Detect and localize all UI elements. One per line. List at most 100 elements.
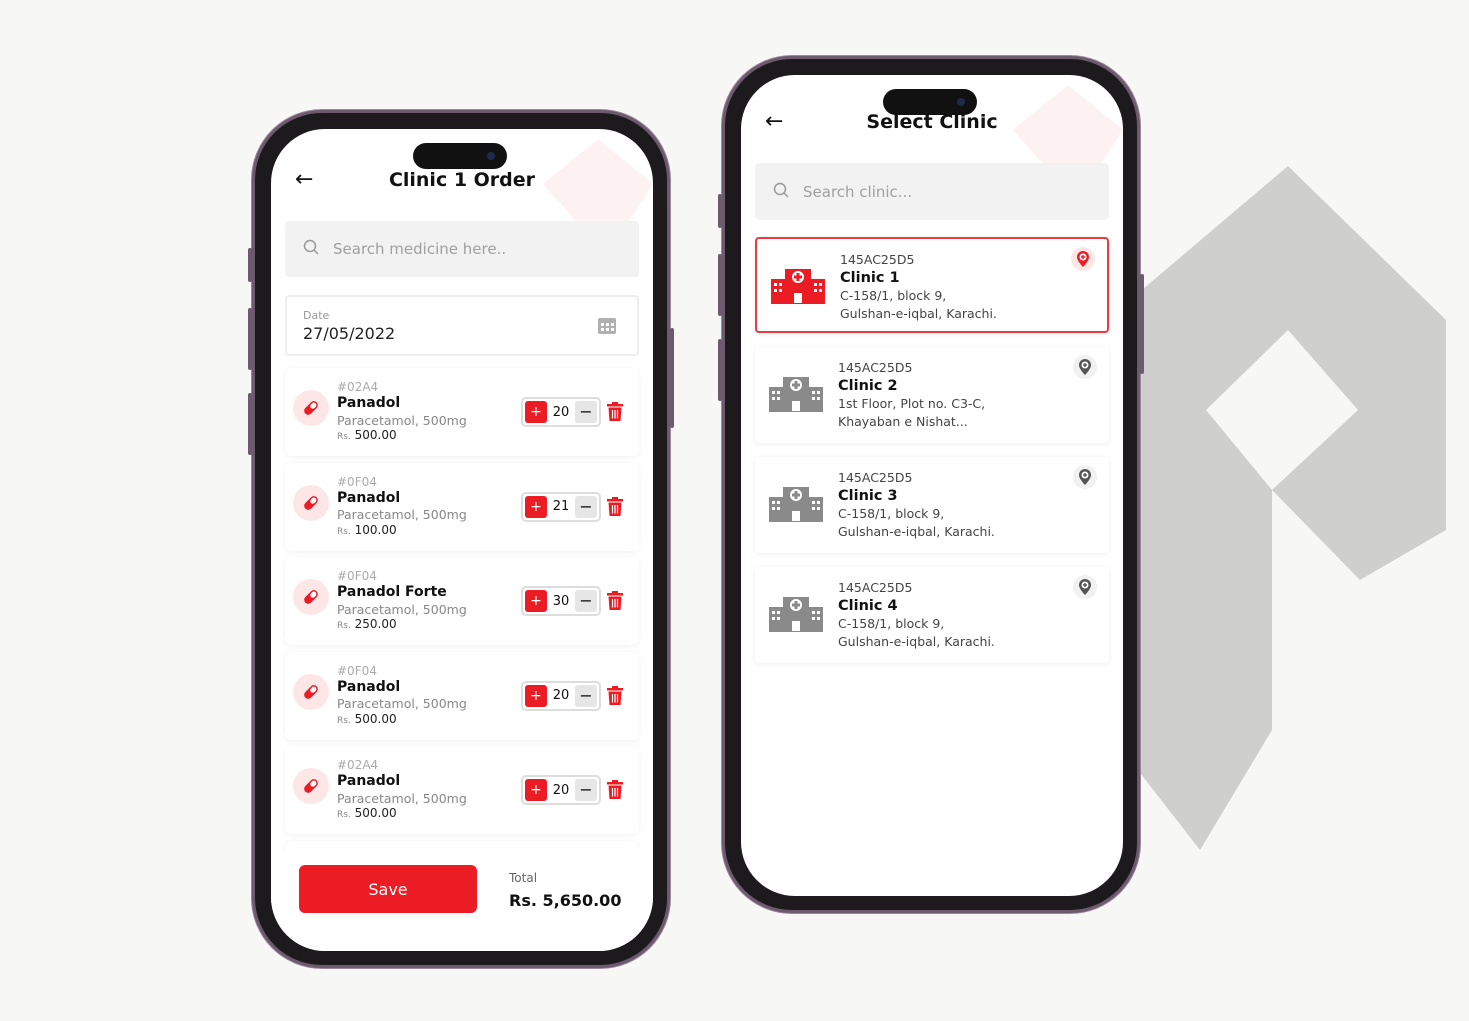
quantity-value: 20 <box>552 404 570 420</box>
currency: Rs. <box>337 621 351 632</box>
medicine-search[interactable] <box>285 221 639 277</box>
total-value: Rs. 5,650.00 <box>509 891 622 910</box>
decrement-button[interactable]: − <box>574 495 597 518</box>
currency: Rs. <box>337 432 351 443</box>
location-pin-icon[interactable] <box>1071 247 1095 271</box>
quantity-stepper[interactable]: + 20 − <box>521 680 601 711</box>
increment-button[interactable]: + <box>525 401 547 423</box>
location-pin-icon[interactable] <box>1073 575 1097 599</box>
phone-order: ← Clinic 1 Order Date 27/05/2022 #02A4 P… <box>248 110 674 968</box>
clinic-address-line2: Gulshan-e-iqbal, Karachi. <box>838 634 995 649</box>
medicine-code: #0F04 <box>337 663 377 678</box>
trash-icon[interactable] <box>607 780 623 803</box>
clinic-address-line2: Khayaban e Nishat... <box>838 414 968 429</box>
order-screen: ← Clinic 1 Order Date 27/05/2022 #02A4 P… <box>271 129 653 951</box>
medicine-price: 250.00 <box>354 617 397 632</box>
trash-icon[interactable] <box>607 685 623 709</box>
clinic-address-line1: C-158/1, block 9, <box>838 506 945 521</box>
medicine-card[interactable]: #0F04 Panadol Forte Paracetamol, 500mg R… <box>285 557 639 645</box>
medicine-desc: Paracetamol, 500mg <box>337 412 467 428</box>
quantity-stepper[interactable]: + 30 − <box>521 586 601 616</box>
pill-icon <box>293 579 329 615</box>
phone-select-clinic: ← Select Clinic 145AC25D5 Clinic 1 C-158… <box>718 56 1144 913</box>
dynamic-island <box>413 143 507 169</box>
quantity-stepper[interactable]: + 21 − <box>521 491 601 522</box>
hospital-icon <box>771 267 825 309</box>
quantity-value: 21 <box>552 499 570 514</box>
search-input[interactable] <box>333 240 593 258</box>
increment-button[interactable]: + <box>525 779 547 801</box>
clinic-card[interactable]: 145AC25D5 Clinic 4 C-158/1, block 9, Gul… <box>755 567 1109 663</box>
clinic-card[interactable]: 145AC25D5 Clinic 1 C-158/1, block 9, Gul… <box>755 237 1109 333</box>
clinic-id: 145AC25D5 <box>838 470 913 485</box>
decrement-button[interactable]: − <box>574 779 597 801</box>
date-value: 27/05/2022 <box>303 324 396 343</box>
medicine-name: Panadol <box>337 395 401 411</box>
bottom-bar: Save Total Rs. 5,650.00 <box>271 851 653 951</box>
pill-icon <box>293 390 329 426</box>
hospital-icon <box>769 485 823 527</box>
search-input[interactable] <box>803 182 1063 201</box>
medicine-name: Panadol <box>337 773 401 789</box>
date-field[interactable]: Date 27/05/2022 <box>285 295 639 356</box>
hospital-icon <box>769 595 823 637</box>
medicine-code: #02A4 <box>337 758 379 772</box>
clinic-name: Clinic 1 <box>840 270 900 286</box>
increment-button[interactable]: + <box>525 590 547 612</box>
medicine-price: 100.00 <box>354 522 397 537</box>
clinic-name: Clinic 4 <box>838 598 898 614</box>
trash-icon[interactable] <box>607 402 623 425</box>
medicine-desc: Paracetamol, 500mg <box>337 696 467 711</box>
search-icon <box>773 182 789 202</box>
save-button[interactable]: Save <box>299 865 477 913</box>
pill-icon <box>293 484 329 521</box>
decrement-button[interactable]: − <box>574 590 597 612</box>
trash-icon[interactable] <box>607 591 623 614</box>
clinic-address-line1: C-158/1, block 9, <box>838 616 945 631</box>
medicine-code: #0F04 <box>337 569 377 583</box>
clinic-address-line1: C-158/1, block 9, <box>840 288 947 303</box>
total-label: Total <box>509 871 538 885</box>
clinic-address-line2: Gulshan-e-iqbal, Karachi. <box>838 524 995 539</box>
clinic-card[interactable]: 145AC25D5 Clinic 2 1st Floor, Plot no. C… <box>755 347 1109 443</box>
clinic-address-line2: Gulshan-e-iqbal, Karachi. <box>840 306 997 321</box>
clinic-name: Clinic 3 <box>838 488 898 504</box>
currency: Rs. <box>337 715 351 726</box>
clinic-card[interactable]: 145AC25D5 Clinic 3 C-158/1, block 9, Gul… <box>755 457 1109 553</box>
medicine-code: #02A4 <box>337 380 379 394</box>
medicine-card[interactable]: #0F04 Panadol Paracetamol, 500mg Rs. 500… <box>285 651 639 740</box>
medicine-price: 500.00 <box>354 806 397 821</box>
increment-button[interactable]: + <box>525 684 547 707</box>
medicine-desc: Paracetamol, 500mg <box>337 601 467 617</box>
decrement-button[interactable]: − <box>574 401 597 423</box>
page-title: Clinic 1 Order <box>388 169 536 191</box>
brand-logo-background <box>1130 166 1446 850</box>
hospital-icon <box>769 375 823 417</box>
calendar-icon[interactable] <box>597 315 617 340</box>
medicine-card[interactable]: #0F04 Panadol Paracetamol, 500mg Rs. 100… <box>285 462 639 551</box>
location-pin-icon[interactable] <box>1073 355 1097 379</box>
select-clinic-screen: ← Select Clinic 145AC25D5 Clinic 1 C-158… <box>741 75 1123 896</box>
quantity-value: 30 <box>552 593 570 609</box>
currency: Rs. <box>337 526 351 537</box>
trash-icon[interactable] <box>607 496 623 520</box>
decrement-button[interactable]: − <box>574 684 597 707</box>
pill-icon <box>293 673 329 710</box>
quantity-value: 20 <box>552 688 570 703</box>
quantity-stepper[interactable]: + 20 − <box>521 397 601 427</box>
location-pin-icon[interactable] <box>1073 465 1097 489</box>
clinic-id: 145AC25D5 <box>838 360 913 375</box>
medicine-name: Panadol <box>337 489 401 506</box>
increment-button[interactable]: + <box>525 495 547 518</box>
quantity-stepper[interactable]: + 20 − <box>521 775 601 805</box>
clinic-name: Clinic 2 <box>838 378 898 394</box>
clinic-id: 145AC25D5 <box>840 252 915 267</box>
clinic-address-line1: 1st Floor, Plot no. C3-C, <box>838 396 986 411</box>
medicine-card[interactable]: #02A4 Panadol Paracetamol, 500mg Rs. 500… <box>285 368 639 456</box>
medicine-card[interactable]: #02A4 Panadol Paracetamol, 500mg Rs. 500… <box>285 746 639 834</box>
medicine-name: Panadol <box>337 678 401 695</box>
medicine-name: Panadol Forte <box>337 584 447 600</box>
clinic-search[interactable] <box>755 163 1109 220</box>
date-label: Date <box>303 309 330 322</box>
medicine-price: 500.00 <box>354 428 397 443</box>
